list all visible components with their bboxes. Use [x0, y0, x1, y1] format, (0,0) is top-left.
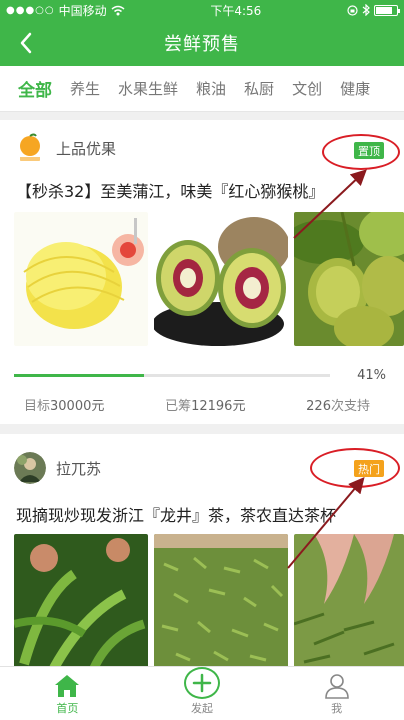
tab-home-label: 首页 — [56, 702, 79, 715]
raised-amount: 已筹12196元 — [165, 399, 246, 414]
project-card[interactable]: 上品优果 置顶 【秒杀32】至美蒲江，味美『红心猕猴桃』 41% 目标30000… — [0, 120, 404, 424]
tab-launch-label: 发起 — [191, 702, 213, 715]
wifi-icon — [111, 5, 125, 15]
author-name[interactable]: 拉兀苏 — [56, 458, 101, 479]
product-image[interactable] — [14, 534, 148, 666]
tab-all[interactable]: 全部 — [0, 76, 61, 101]
user-icon — [324, 674, 349, 699]
project-card[interactable]: 拉兀苏 热门 现摘现炒现发浙江『龙井』茶，茶农直达茶杯 — [0, 434, 404, 666]
image-gallery — [14, 212, 404, 346]
tab-me[interactable]: 我 — [269, 667, 404, 720]
product-image[interactable] — [14, 212, 148, 346]
progress-fill — [14, 374, 144, 377]
progress-percent: 41% — [357, 368, 386, 383]
product-image[interactable] — [154, 534, 288, 666]
annotation-circle — [322, 134, 400, 170]
battery-icon — [373, 4, 400, 16]
tab-fresh-fruit[interactable]: 水果生鲜 — [109, 78, 187, 99]
supporter-count: 226次支持 — [306, 399, 370, 414]
tab-health[interactable]: 健康 — [331, 78, 379, 99]
home-icon — [55, 675, 80, 697]
annotation-circle — [310, 448, 400, 488]
carrier-label: 中国移动 — [58, 3, 107, 18]
author-name[interactable]: 上品优果 — [56, 138, 116, 159]
nav-bar: 尝鲜预售 — [0, 20, 404, 66]
tab-me-label: 我 — [331, 702, 343, 715]
bottom-tab-bar: 首页 发起 我 — [0, 666, 404, 720]
tab-cultural-creative[interactable]: 文创 — [283, 78, 331, 99]
chevron-left-icon — [20, 32, 32, 54]
plus-icon — [184, 667, 220, 699]
product-image[interactable] — [294, 534, 404, 666]
card-title[interactable]: 【秒杀32】至美蒲江，味美『红心猕猴桃』 — [16, 178, 396, 202]
product-image[interactable] — [154, 212, 288, 346]
signal-icon: ●●●○○ — [6, 4, 55, 16]
clock: 下午4:56 — [210, 3, 262, 18]
tab-private-kitchen[interactable]: 私厨 — [235, 78, 283, 99]
card-title[interactable]: 现摘现炒现发浙江『龙井』茶，茶农直达茶杯 — [16, 502, 396, 526]
status-bar: ●●●○○ 中国移动 下午4:56 — [0, 0, 404, 20]
bluetooth-icon — [362, 4, 370, 16]
tab-wellness[interactable]: 养生 — [61, 78, 109, 99]
page-title: 尝鲜预售 — [164, 34, 240, 55]
card-header: 拉兀苏 — [14, 452, 101, 484]
target-amount: 目标30000元 — [24, 399, 105, 414]
back-button[interactable] — [12, 29, 40, 57]
product-image[interactable] — [294, 212, 404, 346]
tab-grain-oil[interactable]: 粮油 — [187, 78, 235, 99]
funding-progress-bar — [14, 374, 330, 377]
funding-stats: 目标30000元 已筹12196元 226次支持 — [0, 395, 404, 414]
image-gallery — [14, 534, 404, 666]
avatar[interactable] — [14, 452, 46, 484]
rotation-lock-icon — [347, 4, 358, 16]
tab-home[interactable]: 首页 — [0, 667, 135, 720]
card-header: 上品优果 — [14, 132, 116, 164]
avatar[interactable] — [14, 132, 46, 164]
tab-launch[interactable]: 发起 — [135, 667, 270, 720]
category-tabs: 全部 养生 水果生鲜 粮油 私厨 文创 健康 — [0, 66, 404, 112]
